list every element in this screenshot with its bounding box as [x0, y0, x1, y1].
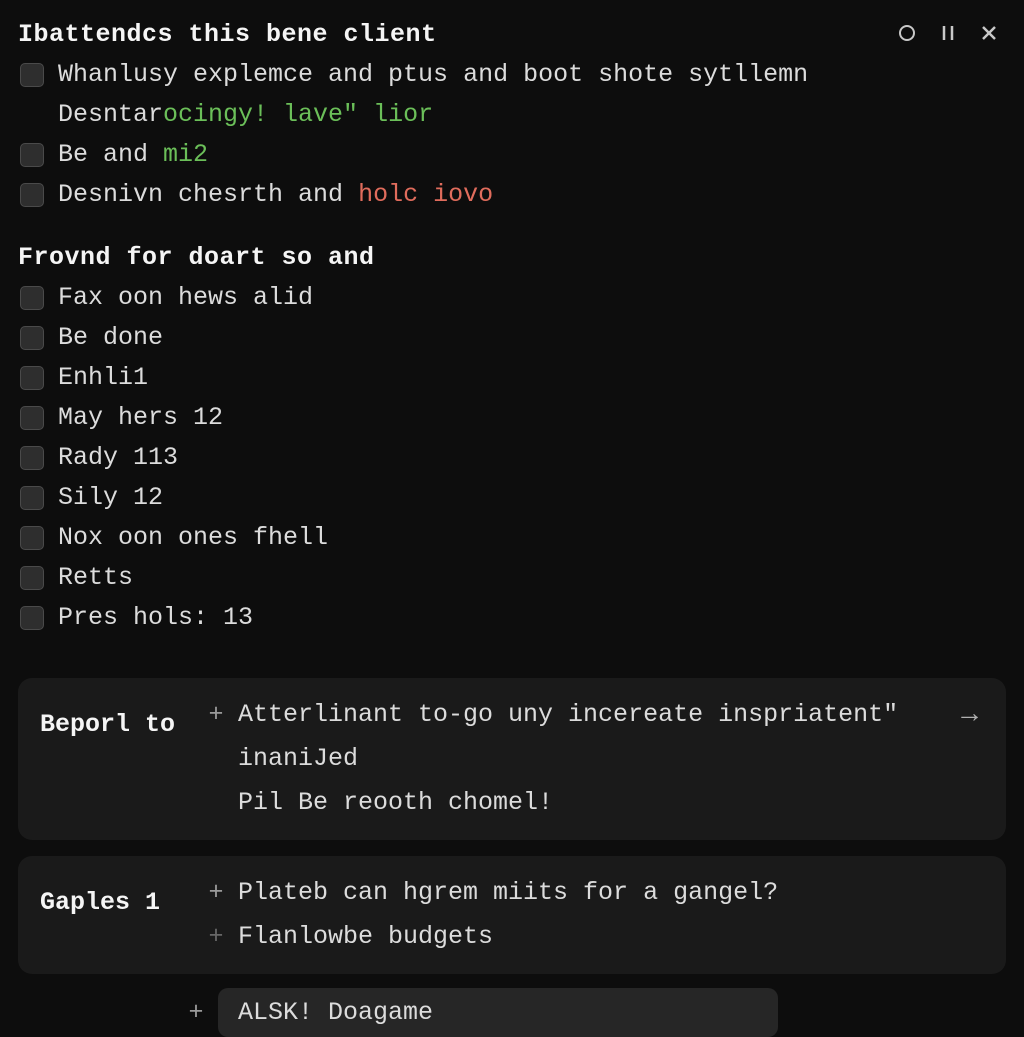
card-line: + Flanlowbe budgets: [208, 918, 984, 956]
text-segment: Whanlusy explemce and ptus and boot shot…: [58, 60, 808, 89]
suggestion-card[interactable]: Gaples 1 + Plateb can hgrem miits for a ga…: [18, 856, 1006, 974]
text-segment: May hers 12: [58, 403, 223, 432]
task-item[interactable]: Retts: [20, 558, 1006, 598]
arrow-right-icon[interactable]: →: [961, 696, 984, 731]
card-line: inaniJed: [208, 740, 943, 778]
card-line: + Plateb can hgrem miits for a gangel?: [208, 874, 984, 912]
section-title: Ibattendcs this bene client: [18, 20, 437, 49]
text-segment: Rady 113: [58, 443, 178, 472]
task-text: Whanlusy explemce and ptus and boot shot…: [58, 55, 808, 95]
plus-icon[interactable]: +: [208, 918, 224, 956]
checkbox-icon[interactable]: [20, 486, 44, 510]
task-item[interactable]: Fax oon hews alid: [20, 278, 1006, 318]
card-line: Pil Be reooth chomel!: [208, 784, 943, 822]
task-item[interactable]: Desnivn chesrth and holc iovo: [20, 175, 1006, 215]
text-segment: Desnivn chesrth and: [58, 180, 358, 209]
task-text: May hers 12: [58, 398, 223, 438]
task-text: Retts: [58, 558, 133, 598]
text-segment: Fax oon hews alid: [58, 283, 313, 312]
text-segment: Be done: [58, 323, 163, 352]
checkbox-icon[interactable]: [20, 366, 44, 390]
window-controls: [898, 18, 1006, 48]
task-subtext: Desntarocingy! lave" lior: [58, 95, 1006, 135]
checkbox-icon[interactable]: [20, 183, 44, 207]
task-text: Sily 12: [58, 478, 163, 518]
plus-icon[interactable]: +: [208, 874, 224, 912]
task-item[interactable]: Sily 12: [20, 478, 1006, 518]
close-icon[interactable]: [980, 24, 998, 48]
card-line: + Atterlinant to-go uny incereate inspria…: [208, 696, 943, 734]
checkbox-icon[interactable]: [20, 566, 44, 590]
task-text: Desnivn chesrth and holc iovo: [58, 175, 493, 215]
minimize-icon[interactable]: [898, 24, 916, 48]
task-text: Be done: [58, 318, 163, 358]
plus-icon[interactable]: +: [208, 696, 224, 734]
card-line-text: Flanlowbe budgets: [238, 918, 493, 956]
text-segment: ocingy! lave" lior: [163, 100, 433, 129]
task-item[interactable]: Be done: [20, 318, 1006, 358]
text-segment: mi2: [163, 140, 208, 169]
checkbox-icon[interactable]: [20, 286, 44, 310]
checkbox-icon[interactable]: [20, 406, 44, 430]
card-line-text: Atterlinant to-go uny incereate inspriat…: [238, 696, 898, 734]
task-text: Pres hols: 13: [58, 598, 253, 638]
section-title: Frovnd for doart so and: [18, 243, 1006, 272]
task-text: Enhli1: [58, 358, 148, 398]
task-item[interactable]: May hers 12: [20, 398, 1006, 438]
task-text: Be and mi2: [58, 135, 208, 175]
task-item[interactable]: Be and mi2: [20, 135, 1006, 175]
checkbox-icon[interactable]: [20, 606, 44, 630]
checkbox-icon[interactable]: [20, 526, 44, 550]
card-line-text: Pil Be reooth chomel!: [238, 784, 553, 822]
card-label: Gaples 1: [40, 874, 190, 917]
card-label: Beporl to: [40, 696, 190, 739]
suggestion-card[interactable]: Beporl to + Atterlinant to-go uny incereat…: [18, 678, 1006, 840]
plus-icon[interactable]: +: [188, 998, 204, 1027]
text-segment: Enhli1: [58, 363, 148, 392]
text-segment: Be and: [58, 140, 163, 169]
task-text: Rady 113: [58, 438, 178, 478]
text-segment: Retts: [58, 563, 133, 592]
suggestion-chip[interactable]: ALSK! Doagame: [218, 988, 778, 1037]
text-segment: Pres hols: 13: [58, 603, 253, 632]
task-item[interactable]: Nox oon ones fhell: [20, 518, 1006, 558]
checkbox-icon[interactable]: [20, 326, 44, 350]
card-line-text: inaniJed: [238, 740, 358, 778]
text-segment: Desntar: [58, 100, 163, 129]
checkbox-icon[interactable]: [20, 143, 44, 167]
text-segment: Sily 12: [58, 483, 163, 512]
card-line-text: Plateb can hgrem miits for a gangel?: [238, 874, 778, 912]
task-item[interactable]: Whanlusy explemce and ptus and boot shot…: [20, 55, 1006, 95]
text-segment: holc iovo: [358, 180, 493, 209]
pause-icon[interactable]: [940, 24, 956, 48]
text-segment: Nox oon ones fhell: [58, 523, 328, 552]
task-item[interactable]: Pres hols: 13: [20, 598, 1006, 638]
checkbox-icon[interactable]: [20, 63, 44, 87]
task-item[interactable]: Rady 113: [20, 438, 1006, 478]
checkbox-icon[interactable]: [20, 446, 44, 470]
task-text: Nox oon ones fhell: [58, 518, 328, 558]
task-text: Fax oon hews alid: [58, 278, 313, 318]
task-item[interactable]: Enhli1: [20, 358, 1006, 398]
